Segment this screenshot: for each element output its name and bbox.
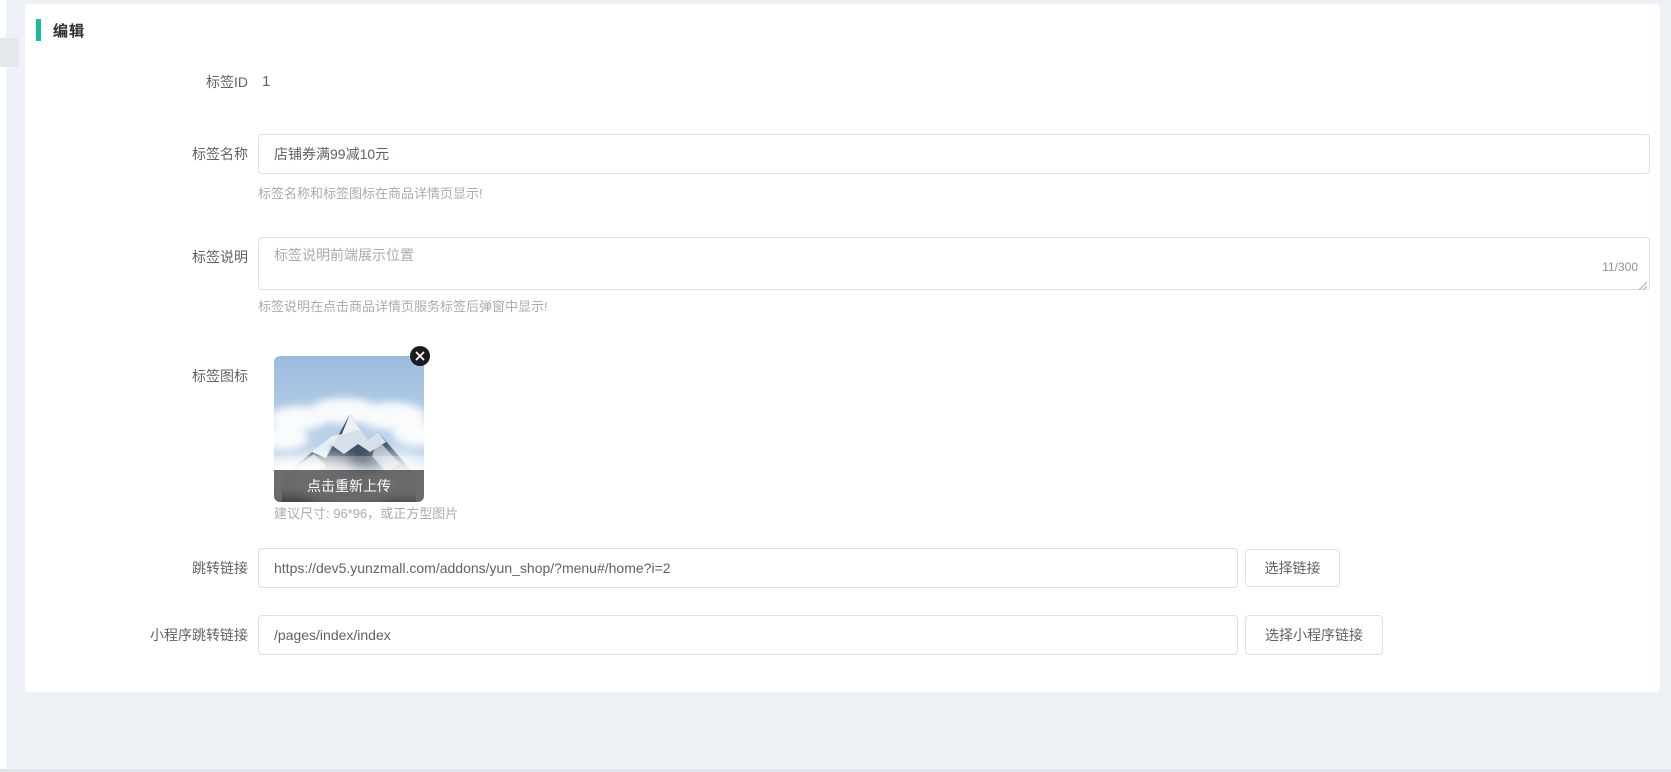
section-header: 编辑 xyxy=(36,18,85,42)
select-link-button[interactable]: 选择链接 xyxy=(1245,549,1340,587)
collapsed-side-notch xyxy=(0,38,19,67)
remove-image-button[interactable] xyxy=(410,346,430,366)
resize-handle-icon[interactable] xyxy=(1637,277,1647,287)
char-counter: 11/300 xyxy=(1598,260,1638,274)
jump-link-label: 跳转链接 xyxy=(25,548,248,588)
reupload-overlay[interactable]: 点击重新上传 xyxy=(274,470,424,502)
tag-name-input[interactable] xyxy=(258,134,1650,174)
tag-icon-uploader[interactable]: 点击重新上传 xyxy=(274,356,424,502)
mini-link-input[interactable] xyxy=(258,615,1238,655)
reupload-label: 点击重新上传 xyxy=(307,476,391,496)
tag-id-value: 1 xyxy=(262,68,270,96)
tag-name-label: 标签名称 xyxy=(25,134,248,174)
accent-bar xyxy=(36,19,41,41)
tag-desc-label: 标签说明 xyxy=(25,237,248,277)
tag-desc-field: 标签说明前端展示位置 11/300 xyxy=(258,237,1650,290)
tag-name-help: 标签名称和标签图标在商品详情页显示! xyxy=(258,186,483,202)
left-white-strip xyxy=(0,0,6,772)
select-mini-link-button[interactable]: 选择小程序链接 xyxy=(1245,615,1383,655)
tag-desc-textarea[interactable]: 标签说明前端展示位置 xyxy=(258,237,1650,290)
tag-id-label: 标签ID xyxy=(25,68,248,96)
edit-tag-page: 编辑 标签ID 1 标签名称 标签名称和标签图标在商品详情页显示! 标签说明 标… xyxy=(0,0,1671,772)
tag-icon-label: 标签图标 xyxy=(25,356,248,396)
jump-link-input[interactable] xyxy=(258,548,1238,588)
page-title: 编辑 xyxy=(53,20,85,41)
close-icon xyxy=(415,351,425,361)
tag-icon-help: 建议尺寸: 96*96，或正方型图片 xyxy=(274,506,458,522)
edit-form-card: 编辑 标签ID 1 标签名称 标签名称和标签图标在商品详情页显示! 标签说明 标… xyxy=(25,4,1660,692)
mini-link-label: 小程序跳转链接 xyxy=(25,615,248,655)
tag-desc-help: 标签说明在点击商品详情页服务标签后弹窗中显示! xyxy=(258,299,548,315)
